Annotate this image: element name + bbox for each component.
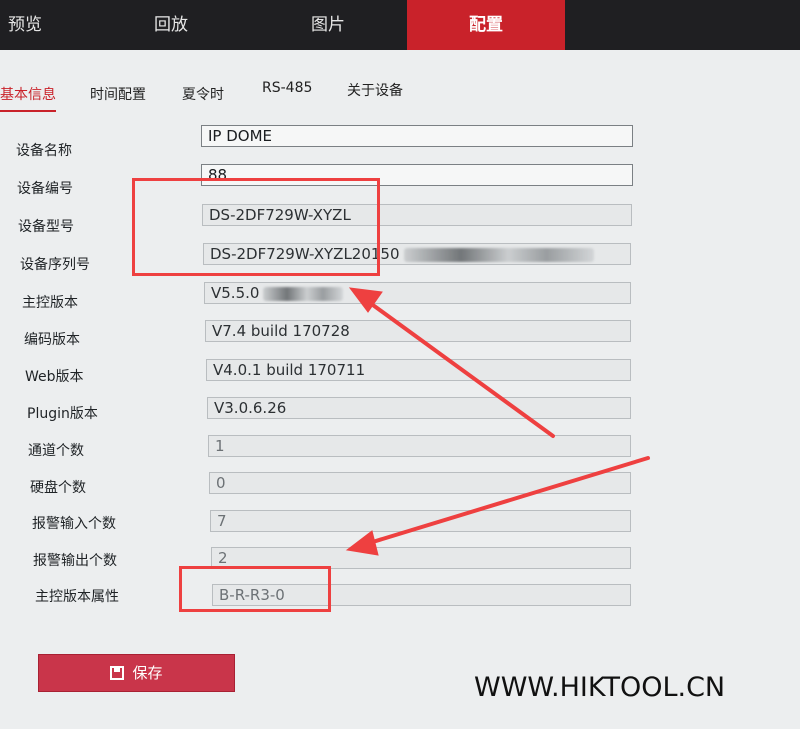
watermark: WWW.HIKTOOL.CN	[474, 672, 726, 703]
annotation-arrows	[345, 287, 650, 556]
arrow-to-firmware	[364, 298, 555, 438]
save-button[interactable]: 保存	[38, 654, 235, 692]
arrowhead-icon	[345, 530, 379, 556]
arrow-to-property	[364, 456, 650, 546]
save-label: 保存	[132, 664, 163, 682]
save-icon	[110, 666, 125, 680]
